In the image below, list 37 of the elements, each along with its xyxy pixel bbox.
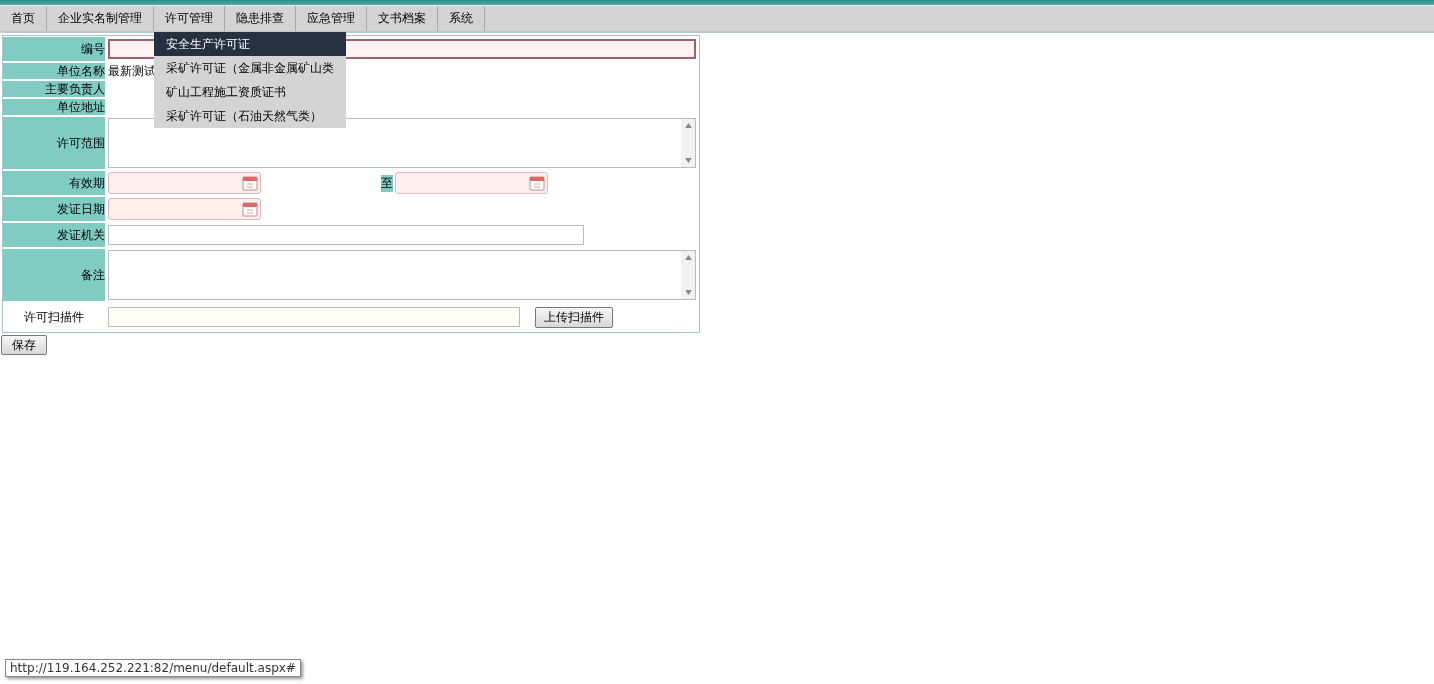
scroll-up-icon[interactable]	[684, 255, 692, 260]
menu-item[interactable]: 文书档案	[367, 6, 438, 31]
range-separator: 至	[381, 174, 393, 192]
status-url: http://119.164.252.221:82/menu/default.aspx#	[5, 659, 301, 677]
save-button[interactable]: 保存	[1, 335, 47, 355]
date-field[interactable]	[108, 198, 261, 220]
scroll-up-icon[interactable]	[684, 123, 692, 128]
field-label: 有效期	[3, 171, 105, 195]
menu-item[interactable]: 隐患排查	[225, 6, 296, 31]
field-label: 单位名称	[3, 63, 105, 79]
file-path-field[interactable]	[108, 307, 520, 327]
date-field[interactable]	[108, 172, 261, 194]
menu-item[interactable]: 企业实名制管理	[47, 6, 154, 31]
field-label: 编号	[3, 37, 105, 61]
calendar-icon[interactable]	[242, 175, 258, 191]
scroll-down-icon[interactable]	[684, 290, 692, 295]
field-label: 备注	[3, 249, 105, 301]
date-field[interactable]	[395, 172, 548, 194]
text-area[interactable]	[108, 250, 696, 300]
menu-item[interactable]: 首页	[0, 6, 47, 31]
scrollbar[interactable]	[681, 119, 695, 167]
text-field[interactable]	[108, 225, 584, 245]
dropdown-item[interactable]: 安全生产许可证	[154, 32, 346, 56]
field-label: 发证日期	[3, 197, 105, 221]
menu-item[interactable]: 应急管理	[296, 6, 367, 31]
field-label: 单位地址	[3, 99, 105, 115]
calendar-icon[interactable]	[529, 175, 545, 191]
calendar-icon[interactable]	[242, 201, 258, 217]
scroll-down-icon[interactable]	[684, 158, 692, 163]
menu-item[interactable]: 许可管理	[154, 6, 225, 31]
field-label: 许可扫描件	[23, 308, 85, 326]
upload-button[interactable]: 上传扫描件	[535, 306, 613, 328]
field-label: 发证机关	[3, 223, 105, 247]
field-label: 许可范围	[3, 117, 105, 169]
scrollbar[interactable]	[681, 251, 695, 299]
field-label: 主要负责人	[3, 81, 105, 97]
menu-item[interactable]: 系统	[438, 6, 485, 31]
